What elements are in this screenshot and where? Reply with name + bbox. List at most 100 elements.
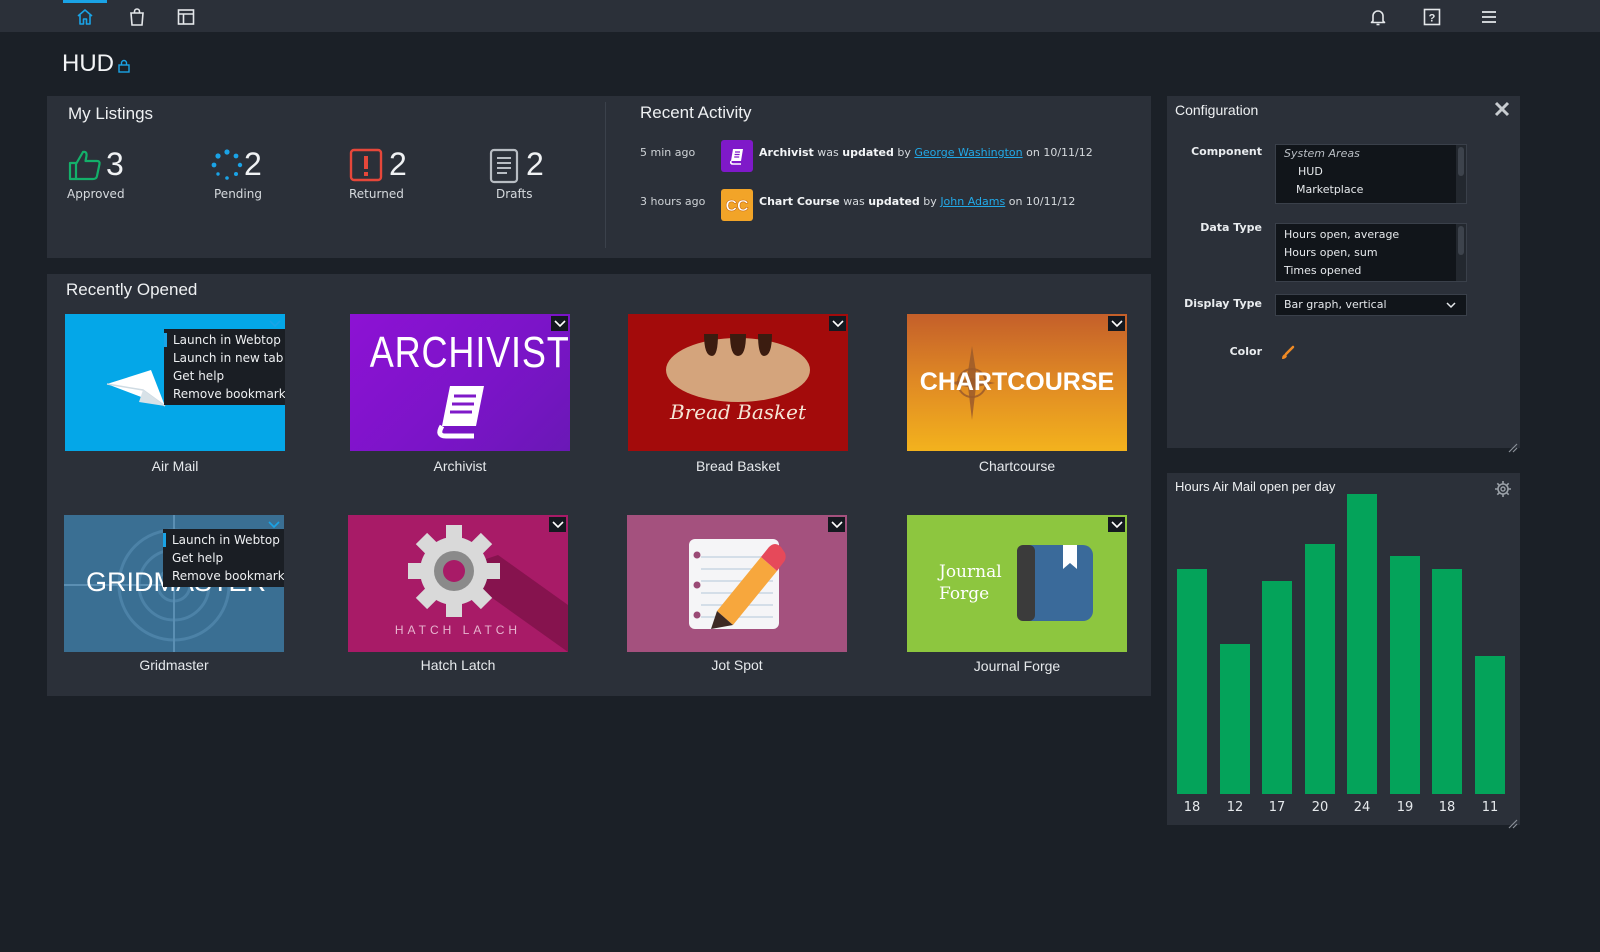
- close-icon[interactable]: [1494, 101, 1510, 121]
- tile-context-menu: Launch in Webtop Get help Remove bookmar…: [163, 529, 284, 587]
- activity-time: 5 min ago: [640, 146, 696, 159]
- warning-icon: [349, 148, 383, 182]
- data-type-listbox[interactable]: Hours open, average Hours open, sum Time…: [1275, 223, 1467, 282]
- document-icon: [489, 148, 519, 184]
- lock-icon[interactable]: [117, 58, 131, 77]
- activity-date: on 10/11/12: [1005, 195, 1076, 208]
- activity-by: by: [893, 146, 915, 159]
- resize-handle-icon[interactable]: [1508, 438, 1518, 457]
- menu-get-help[interactable]: Get help: [164, 367, 285, 385]
- tile-menu-toggle[interactable]: [266, 316, 283, 331]
- tile-banner: HATCH LATCH: [394, 623, 522, 637]
- menu-remove-bookmark[interactable]: Remove bookmark: [164, 385, 285, 403]
- tile-menu-toggle[interactable]: [549, 517, 566, 532]
- menu-remove-bookmark[interactable]: Remove bookmark: [163, 567, 284, 585]
- menu-launch-webtop[interactable]: Launch in Webtop: [163, 531, 284, 549]
- chart-bar: [1262, 581, 1292, 794]
- chart-bar-label: 24: [1353, 800, 1371, 815]
- tile-chartcourse[interactable]: CHARTCOURSE: [907, 314, 1127, 451]
- tile-caption: Chartcourse: [978, 458, 1056, 474]
- tile-menu-toggle[interactable]: [829, 316, 846, 331]
- chart-bar-label: 18: [1183, 800, 1201, 815]
- chart-bar-label: 17: [1268, 800, 1286, 815]
- tile-caption: Bread Basket: [695, 458, 781, 474]
- bell-icon[interactable]: [1367, 6, 1389, 28]
- tile-gridmaster[interactable]: GRIDMASTER Launch in Webtop Get help Rem…: [64, 515, 284, 652]
- notepad-pencil-icon: [689, 539, 786, 629]
- stat-pending[interactable]: 2 Pending: [210, 148, 300, 208]
- activity-user-link[interactable]: George Washington: [914, 146, 1022, 159]
- stat-drafts[interactable]: 2 Drafts: [488, 148, 578, 208]
- pending-label: Pending: [214, 187, 262, 201]
- activity-by: by: [919, 195, 941, 208]
- tile-banner: Journal Forge: [939, 561, 1002, 605]
- bar-chart: 18 12 17 20 24 19 18 11: [1177, 494, 1507, 818]
- tile-menu-toggle[interactable]: [828, 517, 845, 532]
- activity-time: 3 hours ago: [640, 195, 706, 208]
- page-title: HUD: [62, 50, 114, 77]
- home-icon[interactable]: [74, 6, 96, 28]
- chart-bar: [1432, 569, 1462, 794]
- component-option[interactable]: HUD: [1276, 163, 1466, 181]
- display-type-select[interactable]: Bar graph, vertical: [1275, 294, 1467, 316]
- tile-menu-toggle[interactable]: [551, 316, 568, 331]
- tile-journal-forge[interactable]: Journal Forge: [907, 515, 1127, 652]
- data-type-option[interactable]: Times opened: [1276, 262, 1466, 280]
- svg-text:CC: CC: [725, 198, 749, 215]
- tile-archivist[interactable]: ARCHIVIST: [350, 314, 570, 451]
- tile-jot-spot[interactable]: [627, 515, 847, 652]
- activity-text: Chart Course was updated by John Adams o…: [759, 195, 1075, 208]
- chevron-down-icon: [1110, 319, 1123, 327]
- stat-approved[interactable]: 3 Approved: [67, 148, 157, 208]
- color-picker-brush-icon[interactable]: [1280, 345, 1296, 365]
- recently-opened-title: Recently Opened: [66, 280, 198, 299]
- thumbs-up-icon: [68, 150, 101, 181]
- bread-loaf-icon: [666, 334, 810, 402]
- pending-count: 2: [244, 146, 262, 182]
- chart-bar: [1390, 556, 1420, 794]
- component-label: Component: [1191, 145, 1262, 158]
- data-type-option[interactable]: Hours open, average: [1276, 226, 1466, 244]
- help-icon[interactable]: ?: [1421, 6, 1443, 28]
- chevron-down-icon: [831, 319, 844, 327]
- tile-caption[interactable]: Jot Spot: [627, 657, 847, 673]
- component-group-label: System Areas: [1284, 147, 1360, 160]
- chevron-down-icon: [830, 520, 843, 528]
- chart-bar: [1475, 656, 1505, 794]
- listbox-scrollbar[interactable]: [1456, 224, 1466, 281]
- chevron-down-icon: [1110, 520, 1123, 528]
- hamburger-menu-icon[interactable]: [1478, 6, 1500, 28]
- menu-launch-new-tab[interactable]: Launch in new tab: [164, 349, 285, 367]
- tile-hatch-latch[interactable]: HATCH LATCH: [348, 515, 568, 652]
- configuration-title: Configuration: [1175, 102, 1259, 118]
- chart-bar-label: 20: [1311, 800, 1329, 815]
- drafts-label: Drafts: [496, 187, 533, 201]
- paper-plane-icon: [106, 370, 166, 407]
- returned-label: Returned: [349, 187, 404, 201]
- tile-air-mail[interactable]: Launch in Webtop Launch in new tab Get h…: [65, 314, 285, 451]
- chartcourse-app-icon[interactable]: CC: [721, 189, 753, 221]
- stat-returned[interactable]: 2 Returned: [349, 148, 439, 208]
- tile-bread-basket[interactable]: Bread Basket: [628, 314, 848, 451]
- tile-caption: Air Mail: [151, 458, 199, 474]
- chart-bar-label: 11: [1481, 800, 1499, 815]
- tile-menu-toggle[interactable]: [1108, 316, 1125, 331]
- activity-user-link[interactable]: John Adams: [940, 195, 1005, 208]
- activity-item: 5 min ago Archivist was updated by Georg…: [640, 140, 1120, 180]
- component-listbox[interactable]: System Areas HUD Marketplace: [1275, 144, 1467, 204]
- marketplace-bag-icon[interactable]: [126, 6, 148, 28]
- activity-was: was: [839, 195, 869, 208]
- tile-menu-toggle[interactable]: [265, 517, 282, 532]
- display-type-value: Bar graph, vertical: [1284, 298, 1387, 311]
- menu-launch-webtop[interactable]: Launch in Webtop: [164, 331, 285, 349]
- listbox-scrollbar[interactable]: [1456, 145, 1466, 203]
- resize-handle-icon[interactable]: [1508, 814, 1518, 833]
- data-type-option[interactable]: Hours open, sum: [1276, 244, 1466, 262]
- active-tab-indicator: [63, 0, 107, 3]
- tile-menu-toggle[interactable]: [1108, 517, 1125, 532]
- component-option[interactable]: Marketplace: [1276, 181, 1466, 199]
- menu-get-help[interactable]: Get help: [163, 549, 284, 567]
- dashboard-layout-icon[interactable]: [175, 6, 197, 28]
- archivist-app-icon[interactable]: [721, 140, 753, 172]
- color-label: Color: [1229, 345, 1262, 358]
